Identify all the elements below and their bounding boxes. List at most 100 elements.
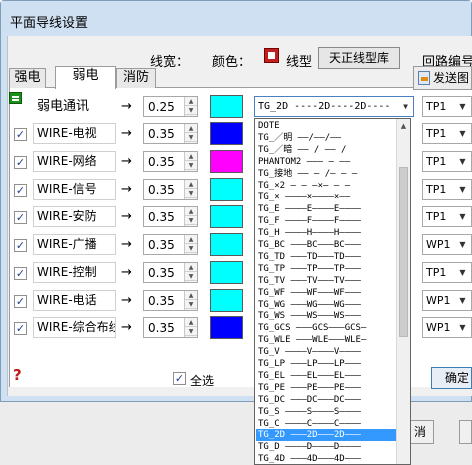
dropdown-option[interactable]: TG_WLE ———WLE———WLE— bbox=[256, 334, 396, 346]
color-box[interactable] bbox=[210, 95, 243, 118]
spin-down-icon[interactable]: ▼ bbox=[185, 133, 197, 142]
row-checkbox[interactable]: ✓ bbox=[14, 295, 27, 308]
color-box[interactable] bbox=[210, 122, 243, 145]
line-width-spinner[interactable]: 0.35 ▲ ▼ bbox=[143, 206, 198, 227]
dropdown-option[interactable]: TG_H ————H————H———— bbox=[256, 227, 396, 239]
dropdown-option[interactable]: TG_／暗 —— / —— / bbox=[256, 144, 396, 156]
color-box[interactable] bbox=[210, 261, 243, 284]
chevron-down-icon[interactable]: ▼ bbox=[456, 153, 469, 170]
dropdown-option[interactable]: TG_F ————F————F———— bbox=[256, 215, 396, 227]
dropdown-option[interactable]: TG_4D ———4D———4D——— bbox=[256, 453, 396, 464]
wire-name[interactable]: WIRE-网络 bbox=[33, 151, 116, 172]
color-box[interactable] bbox=[210, 233, 243, 256]
chevron-down-icon[interactable]: ▼ bbox=[399, 98, 412, 115]
wire-name[interactable]: WIRE-控制 bbox=[33, 262, 116, 283]
dropdown-scrollbar[interactable]: ▲ bbox=[396, 119, 410, 464]
spin-up-icon[interactable]: ▲ bbox=[185, 207, 197, 216]
row-checkbox[interactable]: ✓ bbox=[14, 128, 27, 141]
dropdown-option[interactable]: TG_×2 — — —×— — — bbox=[256, 180, 396, 192]
wire-name[interactable]: WIRE-广播 bbox=[33, 234, 116, 255]
circuit-combo[interactable]: TP1 ▼ bbox=[422, 123, 472, 144]
line-width-spinner[interactable]: 0.35 ▲ ▼ bbox=[143, 290, 198, 311]
circuit-combo[interactable]: TP1 ▼ bbox=[422, 151, 472, 172]
dropdown-option[interactable]: TG_GCS ———GCS———GCS— bbox=[256, 322, 396, 334]
spin-up-icon[interactable]: ▲ bbox=[185, 152, 197, 161]
dropdown-option[interactable]: TG_PE ———PE———PE——— bbox=[256, 382, 396, 394]
dropdown-option[interactable]: DOTE bbox=[256, 120, 396, 132]
dropdown-option[interactable]: TG_TP ———TP———TP——— bbox=[256, 263, 396, 275]
dropdown-option[interactable]: TG_E ————E————E———— bbox=[256, 203, 396, 215]
line-width-spinner[interactable]: 0.35 ▲ ▼ bbox=[143, 179, 198, 200]
dropdown-option[interactable]: TG_S ————S————S———— bbox=[256, 406, 396, 418]
spin-up-icon[interactable]: ▲ bbox=[185, 97, 197, 106]
circuit-combo[interactable]: TP1 ▼ bbox=[422, 179, 472, 200]
row-checkbox[interactable]: ✓ bbox=[14, 239, 27, 252]
color-box[interactable] bbox=[210, 178, 243, 201]
scroll-up-icon[interactable]: ▲ bbox=[397, 119, 410, 133]
color-swatch-icon[interactable] bbox=[264, 48, 279, 63]
tab-fire-protection[interactable]: 消防 bbox=[116, 68, 156, 88]
line-width-spinner[interactable]: 0.35 ▲ ▼ bbox=[143, 317, 198, 338]
dropdown-option[interactable]: TG_C ————C————C———— bbox=[256, 418, 396, 430]
dropdown-option[interactable]: TG_LP ———LP———LP——— bbox=[256, 358, 396, 370]
spin-up-icon[interactable]: ▲ bbox=[185, 291, 197, 300]
color-box[interactable] bbox=[210, 205, 243, 228]
row-checkbox[interactable]: ✓ bbox=[14, 322, 27, 335]
chevron-down-icon[interactable]: ▼ bbox=[456, 125, 469, 142]
wire-name[interactable]: WIRE-电话 bbox=[33, 290, 116, 311]
dropdown-option[interactable]: TG_D ————D————D———— bbox=[256, 441, 396, 453]
wire-name[interactable]: WIRE-安防 bbox=[33, 206, 116, 227]
dropdown-option[interactable]: PHANTOM2 ——— — —— bbox=[256, 156, 396, 168]
line-width-spinner[interactable]: 0.35 ▲ ▼ bbox=[143, 262, 198, 283]
circuit-combo[interactable]: TP1 ▼ bbox=[422, 206, 472, 227]
chevron-down-icon[interactable]: ▼ bbox=[456, 236, 469, 253]
circuit-combo[interactable]: TP1 ▼ bbox=[422, 262, 472, 283]
row-checkbox[interactable]: ✓ bbox=[14, 211, 27, 224]
spin-up-icon[interactable]: ▲ bbox=[185, 318, 197, 327]
wire-name[interactable]: WIRE-信号 bbox=[33, 179, 116, 200]
dropdown-option[interactable]: TG_BC ———BC———BC——— bbox=[256, 239, 396, 251]
spin-up-icon[interactable]: ▲ bbox=[185, 235, 197, 244]
line-width-spinner[interactable]: 0.35 ▲ ▼ bbox=[143, 123, 198, 144]
row-checkbox[interactable]: ✓ bbox=[14, 184, 27, 197]
dropdown-option[interactable]: TG_WS ———WS———WS——— bbox=[256, 310, 396, 322]
dropdown-option[interactable]: TG_EL ———EL———EL——— bbox=[256, 370, 396, 382]
dropdown-option[interactable]: TG_TV ———TV———TV——— bbox=[256, 275, 396, 287]
color-box[interactable] bbox=[210, 289, 243, 312]
dropdown-option[interactable]: TG_2D ———2D———2D——— bbox=[256, 429, 396, 442]
ok-button[interactable]: 确定 bbox=[431, 367, 472, 389]
chevron-down-icon[interactable]: ▼ bbox=[456, 319, 469, 336]
spin-down-icon[interactable]: ▼ bbox=[185, 216, 197, 225]
circuit-combo[interactable]: WP1 ▼ bbox=[422, 317, 472, 338]
scroll-thumb[interactable] bbox=[399, 167, 408, 337]
row-checkbox[interactable]: ✓ bbox=[14, 156, 27, 169]
linetype-combo[interactable]: TG_2D ----2D----2D---- ▼ bbox=[254, 96, 414, 117]
line-width-spinner[interactable]: 0.35 ▲ ▼ bbox=[143, 234, 198, 255]
line-width-spinner[interactable]: 0.25 ▲ ▼ bbox=[143, 96, 198, 117]
wire-name[interactable]: WIRE-电视 bbox=[33, 123, 116, 144]
color-box[interactable] bbox=[210, 150, 243, 173]
tab-weak-current[interactable]: 弱电 bbox=[55, 66, 116, 89]
spin-down-icon[interactable]: ▼ bbox=[185, 106, 197, 115]
hidden-button-behind[interactable] bbox=[459, 420, 472, 444]
select-all-checkbox[interactable]: ✓ bbox=[173, 372, 186, 385]
row-checkbox[interactable]: ✓ bbox=[14, 267, 27, 280]
send-to-drawing-button[interactable]: 发送图 bbox=[413, 66, 472, 90]
std-linetype-library-button[interactable]: 天正线型库 bbox=[318, 47, 400, 69]
spin-down-icon[interactable]: ▼ bbox=[185, 161, 197, 170]
dropdown-option[interactable]: TG_V ————V————V———— bbox=[256, 346, 396, 358]
chevron-down-icon[interactable]: ▼ bbox=[456, 292, 469, 309]
spin-down-icon[interactable]: ▼ bbox=[185, 300, 197, 309]
chevron-down-icon[interactable]: ▼ bbox=[456, 208, 469, 225]
color-box[interactable] bbox=[210, 316, 243, 339]
spin-down-icon[interactable]: ▼ bbox=[185, 244, 197, 253]
chevron-down-icon[interactable]: ▼ bbox=[456, 98, 469, 115]
dropdown-option[interactable]: TG_DC ———DC———DC——— bbox=[256, 394, 396, 406]
circuit-combo[interactable]: TP1 ▼ bbox=[422, 96, 472, 117]
dropdown-option[interactable]: TG_WG ———WG———WG——— bbox=[256, 299, 396, 311]
spin-down-icon[interactable]: ▼ bbox=[185, 327, 197, 336]
spin-up-icon[interactable]: ▲ bbox=[185, 180, 197, 189]
chevron-down-icon[interactable]: ▼ bbox=[456, 264, 469, 281]
dropdown-option[interactable]: TG_／明 ——/——/—— bbox=[256, 132, 396, 144]
spin-up-icon[interactable]: ▲ bbox=[185, 263, 197, 272]
